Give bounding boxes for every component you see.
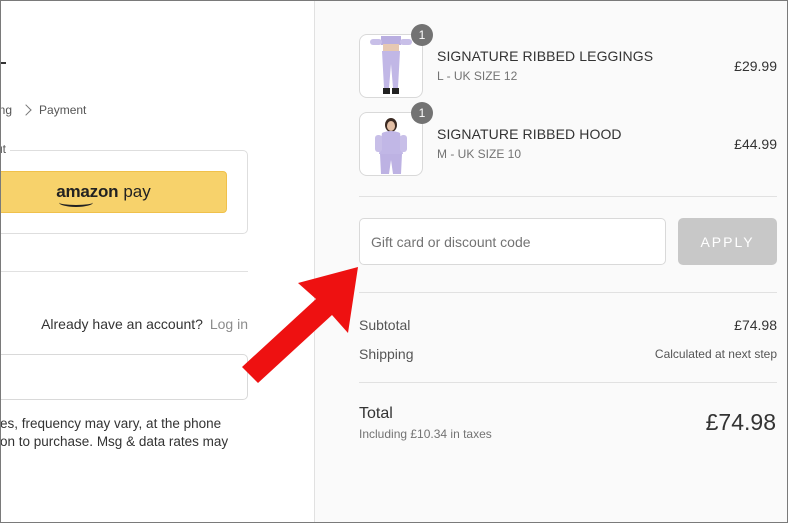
product-price: £44.99 [734,136,777,152]
subtotal-value: £74.98 [734,317,777,333]
discount-code-input[interactable] [359,218,666,265]
product-name: SIGNATURE RIBBED HOOD [437,126,622,142]
order-summary-panel: 1 SIGNATURE RIBBED LEGGINGS L - UK SIZE … [314,0,788,523]
breadcrumb: ing Payment [0,103,86,117]
product-variant: M - UK SIZE 10 [437,147,522,161]
product-price: £29.99 [734,58,777,74]
total-label: Total [359,405,393,422]
divider [359,196,777,197]
store-logo-fragment [0,62,6,64]
annotation-arrow-icon [242,267,358,383]
account-prompt: Already have an account? Log in [41,316,248,332]
hoodie-product-image [361,114,421,174]
shipping-value: Calculated at next step [654,347,777,361]
amazon-pay-logo: amazon pay [56,182,151,207]
shipping-row: Shipping Calculated at next step [359,346,777,362]
cart-line-item: 1 SIGNATURE RIBBED HOOD M - UK SIZE 10 £… [359,102,777,176]
express-checkout-legend: ut [0,142,11,156]
quantity-badge: 1 [411,24,433,46]
sms-consent-line-2: on to purchase. Msg & data rates may [0,434,229,449]
sms-consent-line-1: es, frequency may vary, at the phone [0,416,222,431]
email-or-phone-field[interactable] [0,354,248,400]
quantity-badge: 1 [411,102,433,124]
product-variant: L - UK SIZE 12 [437,69,518,83]
divider [0,271,248,272]
breadcrumb-payment: Payment [39,103,87,117]
cart-line-item: 1 SIGNATURE RIBBED LEGGINGS L - UK SIZE … [359,24,777,98]
leggings-product-image [361,36,421,96]
account-prompt-text: Already have an account? [41,316,203,332]
subtotal-row: Subtotal £74.98 [359,317,777,333]
apply-discount-button[interactable]: APPLY [678,218,777,265]
breadcrumb-shipping[interactable]: ing [0,103,12,117]
divider [359,292,777,293]
product-thumbnail: 1 [359,102,433,176]
amazon-pay-logo-pay: pay [123,182,151,201]
product-thumbnail: 1 [359,24,433,98]
chevron-right-icon [20,104,32,116]
tax-note: Including £10.34 in taxes [359,427,492,441]
sms-consent-text: es, frequency may vary, at the phone on … [0,415,250,451]
divider [359,382,777,383]
product-name: SIGNATURE RIBBED LEGGINGS [437,48,654,64]
total-value: £74.98 [705,409,776,435]
amazon-pay-button[interactable]: amazon pay [0,171,227,213]
amazon-smile-icon [59,198,94,207]
